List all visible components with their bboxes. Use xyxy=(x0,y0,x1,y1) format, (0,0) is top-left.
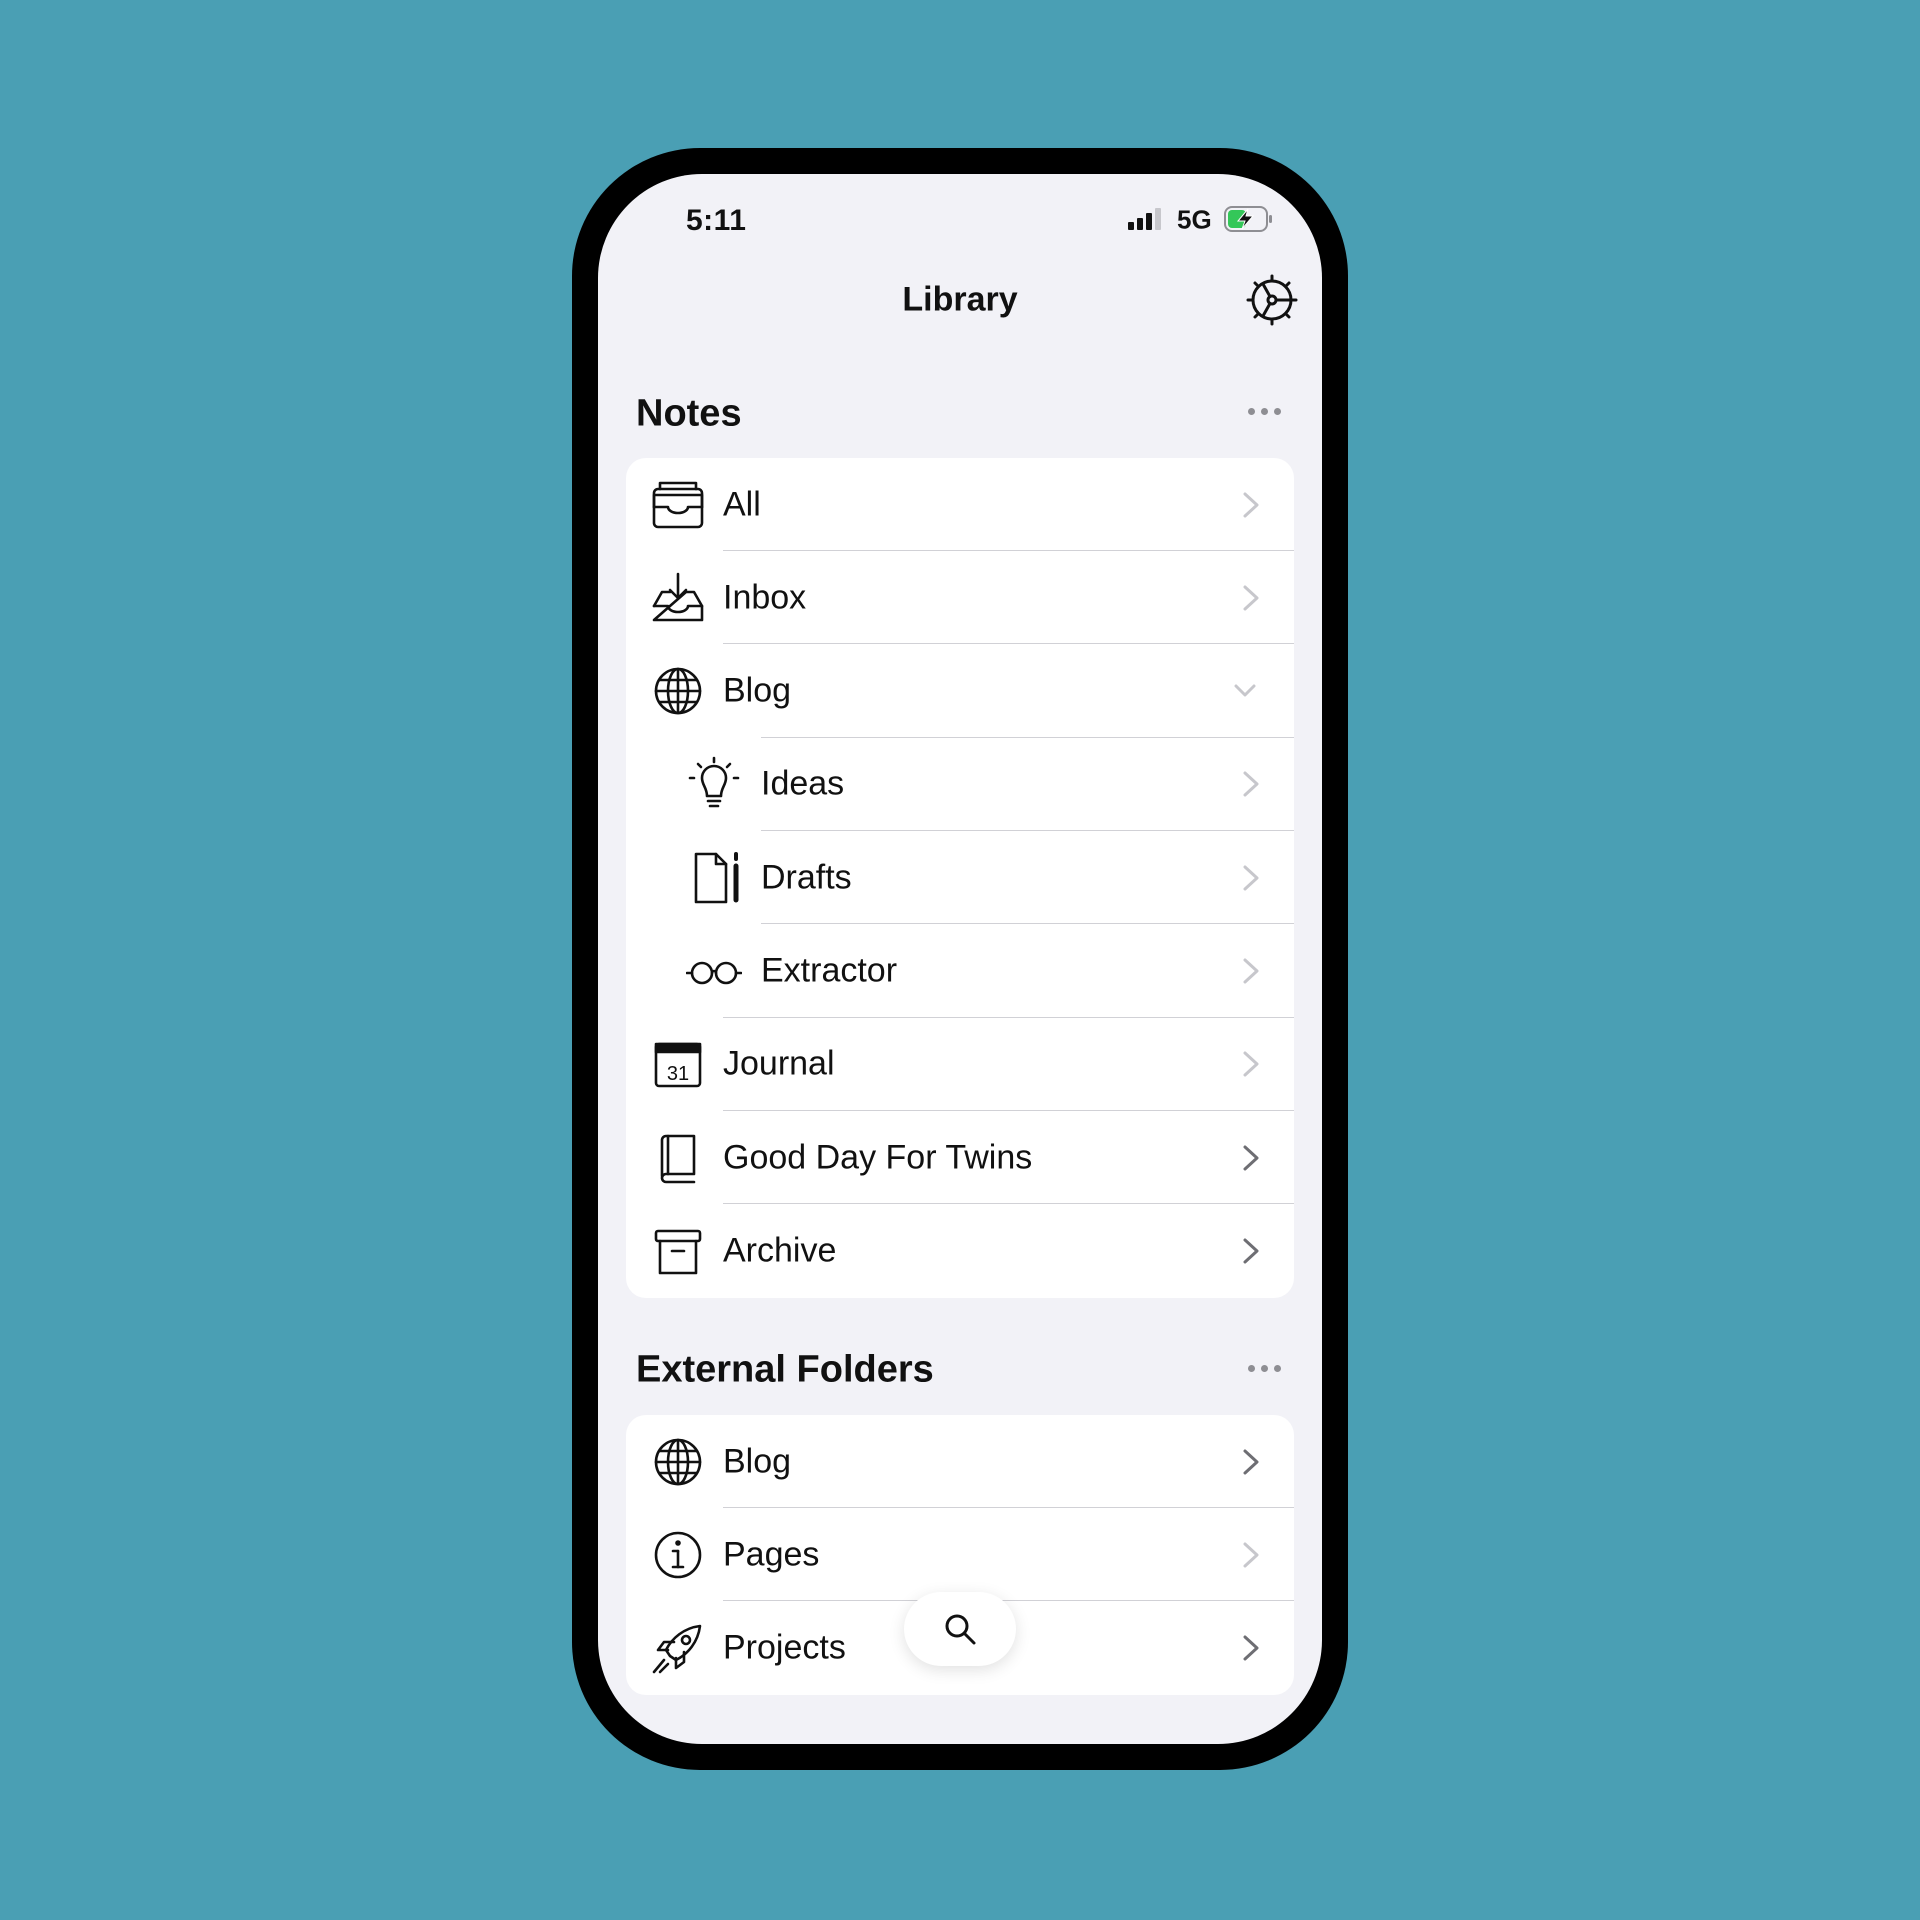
chevron-right-icon xyxy=(1243,1449,1259,1474)
search-button[interactable] xyxy=(904,1592,1016,1666)
status-time: 5:11 xyxy=(686,204,747,237)
chevron-right-icon xyxy=(1243,958,1259,984)
inbox-download-icon xyxy=(652,572,704,622)
chevron-right-icon xyxy=(1243,1145,1259,1171)
list-row-label: Drafts xyxy=(761,858,852,897)
list-row-label: Ideas xyxy=(761,764,845,803)
globe-icon xyxy=(654,667,702,715)
list-row-extractor[interactable]: Extractor xyxy=(626,925,1294,1018)
section-title-external-folders: External Folders xyxy=(636,1348,934,1391)
page-title: Library xyxy=(902,280,1018,319)
list-row-ideas[interactable]: Ideas xyxy=(626,738,1294,831)
tray-stack-icon xyxy=(652,481,704,528)
section-title-notes: Notes xyxy=(636,392,742,435)
list-row-pages[interactable]: Pages xyxy=(626,1508,1294,1602)
list-row-label: Extractor xyxy=(761,951,898,990)
external-folders-more-button[interactable] xyxy=(1246,1363,1284,1375)
list-row-label: Blog xyxy=(723,1442,792,1480)
document-pencil-icon xyxy=(694,851,739,903)
list-row-all[interactable]: All xyxy=(626,458,1294,551)
calendar-day-number: 31 xyxy=(667,1063,689,1085)
chevron-right-icon xyxy=(1243,865,1259,891)
list-row-inbox[interactable]: Inbox xyxy=(626,551,1294,645)
list-row-archive[interactable]: Archive xyxy=(626,1204,1294,1297)
cellular-signal-icon xyxy=(1128,208,1162,230)
calendar-icon: 31 xyxy=(654,1042,702,1088)
notes-more-button[interactable] xyxy=(1246,406,1284,418)
archive-box-icon xyxy=(654,1229,702,1275)
lightbulb-icon xyxy=(688,757,740,808)
network-type: 5G xyxy=(1177,204,1212,235)
list-row-label: Pages xyxy=(723,1535,820,1574)
chevron-right-icon xyxy=(1243,1238,1259,1264)
list-row-label: Inbox xyxy=(723,578,807,617)
info-circle-icon xyxy=(654,1531,702,1579)
book-icon xyxy=(660,1134,696,1183)
globe-icon xyxy=(654,1438,702,1485)
list-row-label: All xyxy=(723,485,761,523)
chevron-right-icon xyxy=(1243,492,1259,517)
battery-charging-icon xyxy=(1224,206,1272,232)
list-row-blog[interactable]: Blog xyxy=(626,645,1294,738)
notes-list: All Inbox Blog Ideas Drafts Extractor 31 Journa… xyxy=(626,458,1294,1298)
eyeglasses-icon xyxy=(686,961,742,985)
list-row-label: Journal xyxy=(723,1044,835,1083)
list-row-label: Archive xyxy=(723,1231,837,1270)
list-row-blog[interactable]: Blog xyxy=(626,1415,1294,1508)
list-row-good-day-for-twins[interactable]: Good Day For Twins xyxy=(626,1111,1294,1205)
chevron-right-icon xyxy=(1243,585,1259,611)
list-row-label: Blog xyxy=(723,671,792,710)
list-row-drafts[interactable]: Drafts xyxy=(626,831,1294,925)
rocket-icon xyxy=(652,1624,702,1674)
list-row-label: Projects xyxy=(723,1628,846,1667)
list-row-label: Good Day For Twins xyxy=(723,1138,1033,1177)
chevron-right-icon xyxy=(1243,771,1259,797)
chevron-right-icon xyxy=(1243,1542,1259,1568)
list-row-journal[interactable]: 31 Journal xyxy=(626,1018,1294,1111)
gear-icon[interactable] xyxy=(1244,272,1300,328)
magnifying-glass-icon xyxy=(945,1614,976,1645)
chevron-right-icon xyxy=(1243,1635,1259,1661)
chevron-right-icon xyxy=(1243,1051,1259,1077)
chevron-down-icon xyxy=(1234,684,1256,697)
